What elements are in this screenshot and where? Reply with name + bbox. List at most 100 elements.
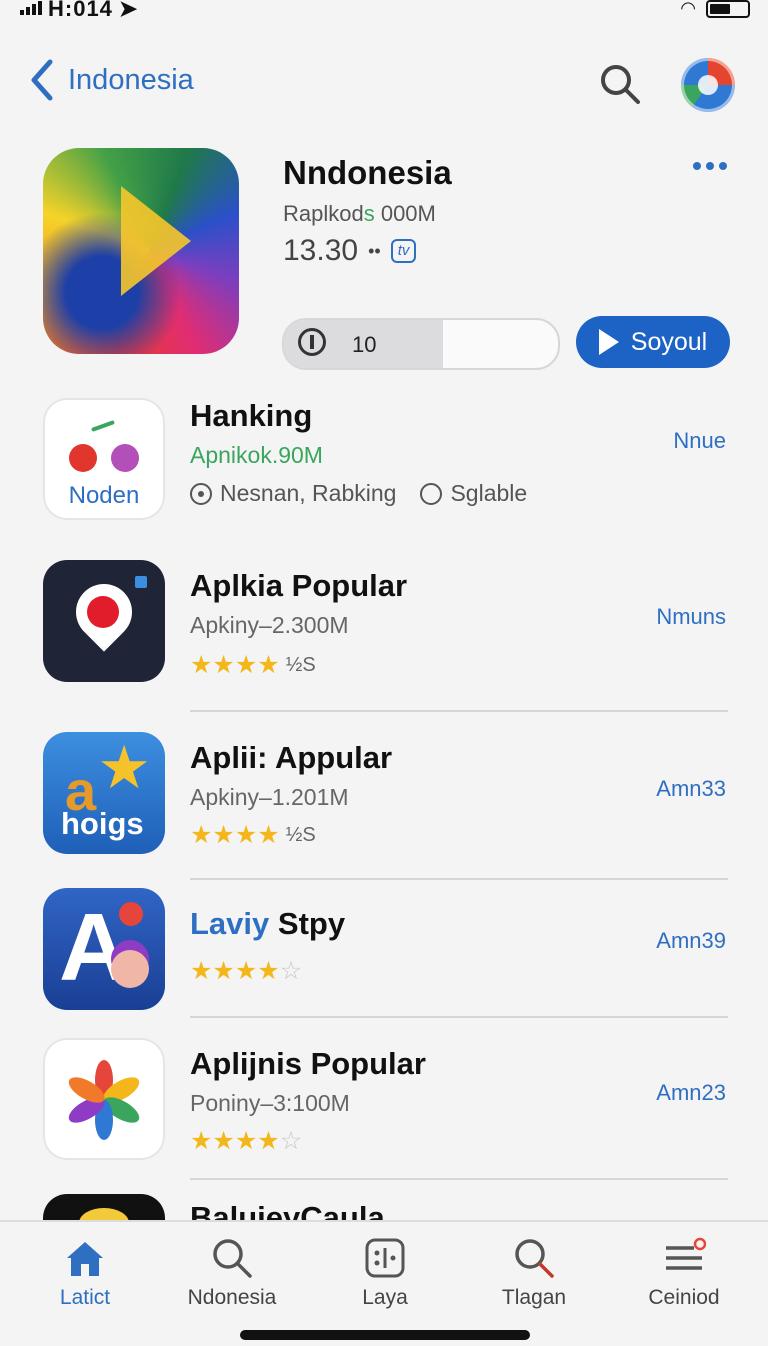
app-meta-1: Nesnan, Rabking [220, 480, 397, 506]
app-subtitle: Apkiny–2.300M [190, 612, 349, 638]
tab-tlagan[interactable]: Tlagan [474, 1236, 594, 1310]
tab-label: Ndonesia [187, 1286, 277, 1309]
tab-latict[interactable]: Latict [25, 1236, 145, 1310]
target-icon [190, 482, 212, 505]
star-filled-icon: ★ [257, 957, 279, 985]
rating-text: 13.30 [283, 234, 359, 267]
star-filled-icon: ★ [190, 651, 212, 679]
top-nav: Indonesia [0, 50, 768, 120]
featured-app-rating: 13.30 •• tv [283, 234, 417, 268]
app-title-rest: Stpy [269, 906, 346, 941]
star-rating-suffix: ½S [285, 653, 316, 676]
featured-app-title: Nndonesia [283, 154, 452, 191]
tab-bar: Latict Ndonesia Laya Tlagan Ceiniod [0, 1220, 768, 1346]
app-title: Aplkia Popular [190, 568, 408, 603]
star-filled-icon: ★ [190, 1127, 212, 1155]
install-button[interactable]: Soyoul [576, 316, 730, 368]
status-right: ◠ [680, 0, 750, 19]
divider [190, 1016, 728, 1018]
star-filled-icon: ★ [234, 651, 257, 679]
location-icon: ➤ [118, 0, 139, 21]
app-title: Hanking [190, 398, 313, 433]
status-bar: H:014 ➤ ◠ [0, 0, 768, 22]
app-action-button[interactable]: Amn23 [656, 1080, 726, 1106]
noden-icon[interactable]: Noden [43, 398, 165, 520]
app-action-button[interactable]: Nnue [673, 428, 726, 454]
star-filled-icon: ★ [190, 821, 212, 849]
app-meta: Nesnan, Rabking Sglable [190, 480, 527, 507]
tab-label: Latict [59, 1286, 111, 1309]
featured-subtitle-b: s [363, 201, 375, 226]
chevron-left-icon [31, 59, 53, 101]
star-filled-icon: ★ [212, 651, 234, 679]
status-left: H:014 ➤ [20, 0, 138, 22]
app-title-blue: Laviy [190, 906, 270, 941]
back-label: Indonesia [68, 63, 194, 96]
play-icon [598, 329, 619, 355]
divider [190, 710, 728, 712]
app-action-button[interactable]: Amn33 [656, 776, 726, 802]
star-empty-icon: ☆ [279, 957, 302, 985]
star-rating-suffix: ½S [285, 823, 316, 846]
tab-laya[interactable]: Laya [325, 1236, 445, 1310]
featured-app-subtitle: Raplkods 000M [283, 201, 436, 227]
tab-label: Tlagan [501, 1286, 567, 1309]
tab-ndonesia[interactable]: Ndonesia [172, 1236, 292, 1310]
featured-subtitle-a: Raplkod [283, 201, 364, 226]
star-rating: ★ ★ ★ ★ ½S [190, 820, 316, 850]
featured-subtitle-c: 000M [374, 201, 436, 226]
letter-a-icon[interactable]: A [43, 888, 165, 1010]
app-title: Laviy Stpy [190, 906, 345, 942]
star-filled-icon: ★ [257, 651, 279, 679]
map-pin-icon[interactable] [43, 560, 165, 682]
home-icon [67, 1242, 103, 1276]
clock-icon [420, 482, 443, 505]
star-icon: ★ [97, 734, 151, 801]
menu-icon [666, 1237, 706, 1270]
hoigs-icon[interactable]: ★ a hoigs [43, 732, 165, 854]
tab-ceiniod[interactable]: Ceiniod [624, 1236, 744, 1310]
more-options-icon[interactable] [693, 162, 727, 170]
star-filled-icon: ★ [257, 1127, 279, 1155]
star-rating: ★ ★ ★ ★ ☆ [190, 956, 302, 986]
tv-badge: tv [390, 239, 417, 263]
rating-dots: •• [368, 240, 381, 261]
star-filled-icon: ★ [234, 957, 257, 985]
star-filled-icon: ★ [212, 821, 234, 849]
app-meta-2: Sglable [450, 480, 528, 506]
wifi-icon: ◠ [680, 0, 696, 18]
app-title: Aplii: Appular [190, 740, 393, 775]
character-icon [111, 950, 149, 988]
star-filled-icon: ★ [257, 821, 279, 849]
back-button[interactable]: Indonesia [28, 58, 194, 102]
search-icon[interactable] [598, 62, 642, 106]
install-label: Soyoul [630, 327, 708, 356]
avatar[interactable] [681, 58, 735, 112]
featured-app-icon[interactable] [43, 148, 239, 354]
badge-icon [119, 902, 143, 926]
download-progress[interactable]: 10 [282, 318, 560, 370]
app-subtitle: Apnikok.90M [190, 442, 323, 468]
star-filled-icon: ★ [212, 957, 234, 985]
app-title: Aplijnis Popular [190, 1046, 426, 1081]
app-subtitle: Apkiny–1.201M [190, 784, 349, 810]
flower-icon[interactable] [43, 1038, 165, 1160]
search-icon [515, 1239, 554, 1278]
search-icon [213, 1239, 252, 1278]
divider [190, 878, 728, 880]
star-rating: ★ ★ ★ ★ ½S [190, 650, 316, 680]
star-filled-icon: ★ [234, 1127, 257, 1155]
star-filled-icon: ★ [190, 957, 212, 985]
star-filled-icon: ★ [234, 821, 257, 849]
star-rating: ★ ★ ★ ★ ☆ [190, 1126, 302, 1156]
home-indicator [240, 1330, 530, 1340]
tab-label: Ceiniod [648, 1286, 720, 1309]
app-action-button[interactable]: Amn39 [656, 928, 726, 954]
app-subtitle: Poniny–3:100M [190, 1090, 350, 1116]
battery-icon [706, 0, 750, 18]
star-filled-icon: ★ [212, 1127, 234, 1155]
signal-icon [20, 1, 42, 15]
apps-icon [365, 1238, 405, 1278]
app-action-button[interactable]: Nmuns [656, 604, 726, 630]
featured-app: Nndonesia Raplkods 000M 13.30 •• tv 10 S… [0, 146, 768, 376]
